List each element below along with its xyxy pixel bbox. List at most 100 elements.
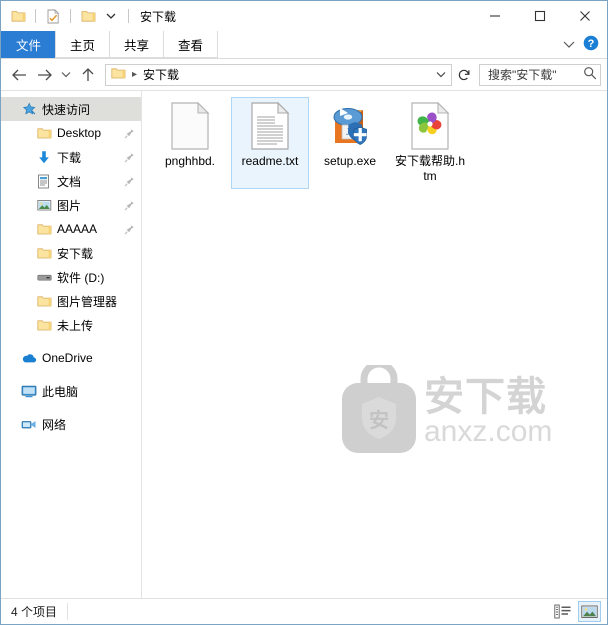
sidebar-item-network[interactable]: 网络 [1,412,141,436]
search-icon[interactable] [583,66,597,83]
text-document-icon [246,102,294,150]
file-item-pnghhbd[interactable]: pnghhbd. [151,97,229,189]
sidebar-item-drive-d[interactable]: 软件 (D:) [1,265,141,289]
tab-view[interactable]: 查看 [163,31,219,58]
sidebar-item-label: 软件 (D:) [57,270,105,285]
folder-icon [36,293,52,309]
maximize-button[interactable] [517,1,562,31]
title-bar: 安下载 [1,1,607,31]
folder-icon [36,317,52,333]
sidebar-item-label: 此电脑 [42,384,79,399]
status-bar: 4 个项目 [1,598,607,624]
close-button[interactable] [562,1,607,31]
collapse-ribbon-chevron-icon[interactable] [563,38,575,52]
minimize-button[interactable] [472,1,517,31]
file-name: setup.exe [323,154,377,168]
breadcrumb-item-0[interactable]: 安下载 [143,66,179,83]
sidebar-item-this-pc[interactable]: 此电脑 [1,379,141,403]
sidebar-item-onedrive[interactable]: OneDrive [1,346,141,370]
watermark-logo-icon: 安 [342,365,416,453]
window-controls [472,1,607,31]
view-buttons [551,601,601,622]
sidebar-item-not-uploaded[interactable]: 未上传 [1,313,141,337]
browser-pinwheel-icon [406,102,454,150]
ribbon-right-controls: ? [563,31,607,58]
search-input[interactable] [486,66,583,83]
file-item-readme[interactable]: readme.txt [231,97,309,189]
sidebar-item-label: 快速访问 [42,102,91,117]
svg-text:?: ? [588,38,595,50]
file-item-setup[interactable]: J setup.exe [311,97,389,189]
search-box[interactable] [479,63,601,86]
address-input[interactable]: ▸ 安下载 [105,63,452,86]
back-button[interactable] [7,63,31,87]
onedrive-cloud-icon [21,350,37,366]
sidebar-item-label: 文档 [57,174,82,189]
recent-locations-icon[interactable] [57,63,75,87]
properties-icon[interactable] [44,7,62,25]
large-icons-view-button[interactable] [578,601,601,622]
sidebar-item-label: 下载 [57,150,82,165]
sidebar-item-label: AAAAA [57,222,98,236]
pin-icon[interactable] [124,224,135,235]
breadcrumb-folder-icon [111,67,126,83]
sidebar-item-documents[interactable]: 文档 [1,169,141,193]
documents-icon [36,173,52,189]
qat-separator-2 [70,9,71,23]
details-view-button[interactable] [551,601,574,622]
watermark-text: 安下载 anxz.com [424,375,552,447]
forward-button[interactable] [32,63,56,87]
watermark-cn: 安下载 [424,374,547,420]
watermark: 安 安下载 anxz.com [338,359,558,463]
chevron-down-icon[interactable] [102,7,120,25]
window-title: 安下载 [140,9,177,24]
svg-text:安: 安 [369,408,389,432]
sidebar-item-label: 安下载 [57,246,94,261]
new-folder-icon[interactable] [79,7,97,25]
pin-icon[interactable] [124,128,135,139]
download-arrow-icon [36,149,52,165]
qat-separator-1 [35,9,36,23]
address-dropdown-icon[interactable] [433,71,449,78]
help-icon[interactable]: ? [583,35,599,54]
tab-file[interactable]: 文件 [1,31,57,58]
up-button[interactable] [76,63,100,87]
quick-access-toolbar [9,7,132,25]
pin-icon[interactable] [124,200,135,211]
qat-separator-3 [128,9,129,23]
drive-icon [36,269,52,285]
file-name: readme.txt [241,154,299,168]
sidebar-item-quick-access[interactable]: 快速访问 [1,97,141,121]
sidebar-item-label: OneDrive [42,351,93,365]
file-list-pane[interactable]: pnghhbd. readme.txt J setup.exe 安下载帮助.ht… [142,91,607,598]
pin-icon[interactable] [124,152,135,163]
refresh-button[interactable] [453,63,475,87]
file-grid: pnghhbd. readme.txt J setup.exe 安下载帮助.ht… [142,91,607,189]
explorer-window: 安下载 文件 主页 共享 查看 ? ▸ 安下载 搜索"安下载" 快速访问 Des… [0,0,608,625]
file-item-help-htm[interactable]: 安下载帮助.htm [391,97,469,189]
sidebar-item-label: 图片 [57,198,82,213]
network-icon [21,416,37,432]
file-name: 安下载帮助.htm [394,154,465,183]
file-name: pnghhbd. [164,154,216,168]
sidebar-item-desktop[interactable]: Desktop [1,121,141,145]
status-separator [67,603,69,620]
sidebar-item-anxiazai[interactable]: 安下载 [1,241,141,265]
breadcrumb-separator-icon: ▸ [132,69,138,80]
sidebar-item-aaaaa[interactable]: AAAAA [1,217,141,241]
pictures-icon [36,197,52,213]
pin-icon[interactable] [124,176,135,187]
tab-share[interactable]: 共享 [109,31,165,58]
tab-home[interactable]: 主页 [55,31,111,58]
sidebar-item-pictures[interactable]: 图片 [1,193,141,217]
folder-icon[interactable] [9,7,27,25]
breadcrumb[interactable]: ▸ 安下载 [111,66,179,83]
sidebar-item-label: 网络 [42,417,67,432]
address-bar: ▸ 安下载 [1,59,607,90]
sidebar-item-downloads[interactable]: 下载 [1,145,141,169]
sidebar-item-picture-manager[interactable]: 图片管理器 [1,289,141,313]
folder-icon [36,245,52,261]
